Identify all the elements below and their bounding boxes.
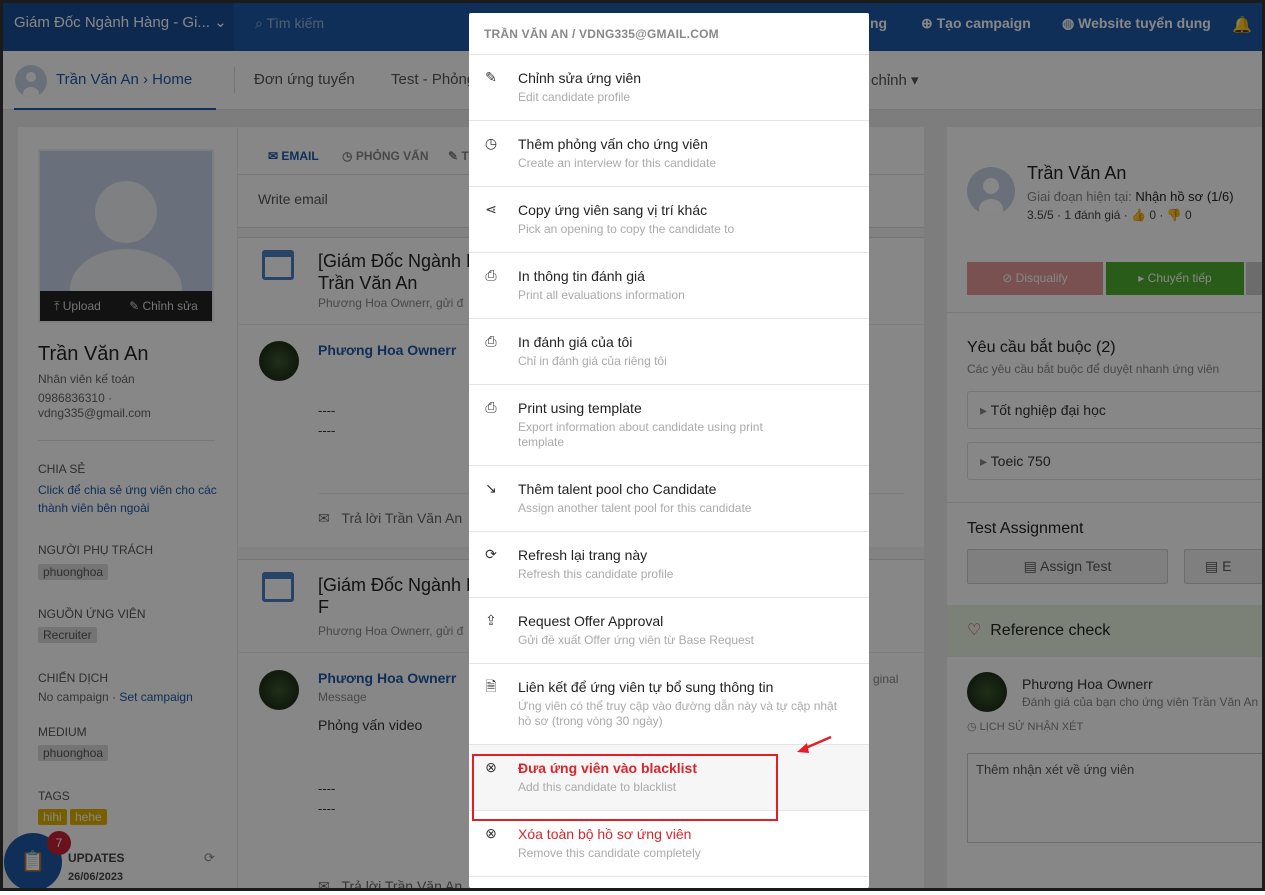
highlight-box bbox=[472, 754, 778, 821]
menu-item-print-evaluations[interactable]: ⎙ In thông tin đánh giá Print all evaluati… bbox=[469, 253, 869, 319]
menu-item-print-template[interactable]: ⎙ Print using template Export information … bbox=[469, 385, 869, 466]
menu-item-edit[interactable]: ✎ Chỉnh sửa ứng viên Edit candidate profil… bbox=[469, 55, 869, 121]
file-add-icon: 🗎 bbox=[485, 678, 497, 694]
x-circle-icon: ⊗ bbox=[485, 825, 497, 841]
trend-icon: ↘ bbox=[485, 480, 497, 496]
clock-icon: ◷ bbox=[484, 135, 498, 151]
menu-item-add-interview[interactable]: ◷ Thêm phỏng vấn cho ứng viên Create an in… bbox=[469, 121, 869, 187]
printer-icon: ⎙ bbox=[485, 267, 497, 283]
menu-item-print-mine[interactable]: ⎙ In đánh giá của tôi Chỉ in đánh giá của … bbox=[469, 319, 869, 385]
menu-header: TRẦN VĂN AN / VDNG335@GMAIL.COM bbox=[469, 13, 869, 55]
annotation-arrow-icon bbox=[797, 735, 832, 753]
refresh-icon: ⟳ bbox=[485, 546, 497, 562]
export-icon: ⇪ bbox=[485, 612, 497, 628]
menu-item-offer-approval[interactable]: ⇪ Request Offer Approval Gửi đề xuất Offer… bbox=[469, 598, 869, 664]
menu-item-refresh[interactable]: ⟳ Refresh lại trang này Refresh this candi… bbox=[469, 532, 869, 598]
menu-item-copy[interactable]: ⋖ Copy ứng viên sang vị trí khác Pick an o… bbox=[469, 187, 869, 253]
share-icon: ⋖ bbox=[485, 201, 497, 217]
pencil-icon: ✎ bbox=[485, 69, 497, 85]
menu-item-self-update-link[interactable]: 🗎 Liên kết để ứng viên tự bổ sung thông t… bbox=[469, 664, 869, 745]
menu-item-talent-pool[interactable]: ↘ Thêm talent pool cho Candidate Assign an… bbox=[469, 466, 869, 532]
printer-icon: ⎙ bbox=[485, 333, 497, 349]
printer-icon: ⎙ bbox=[485, 399, 497, 415]
